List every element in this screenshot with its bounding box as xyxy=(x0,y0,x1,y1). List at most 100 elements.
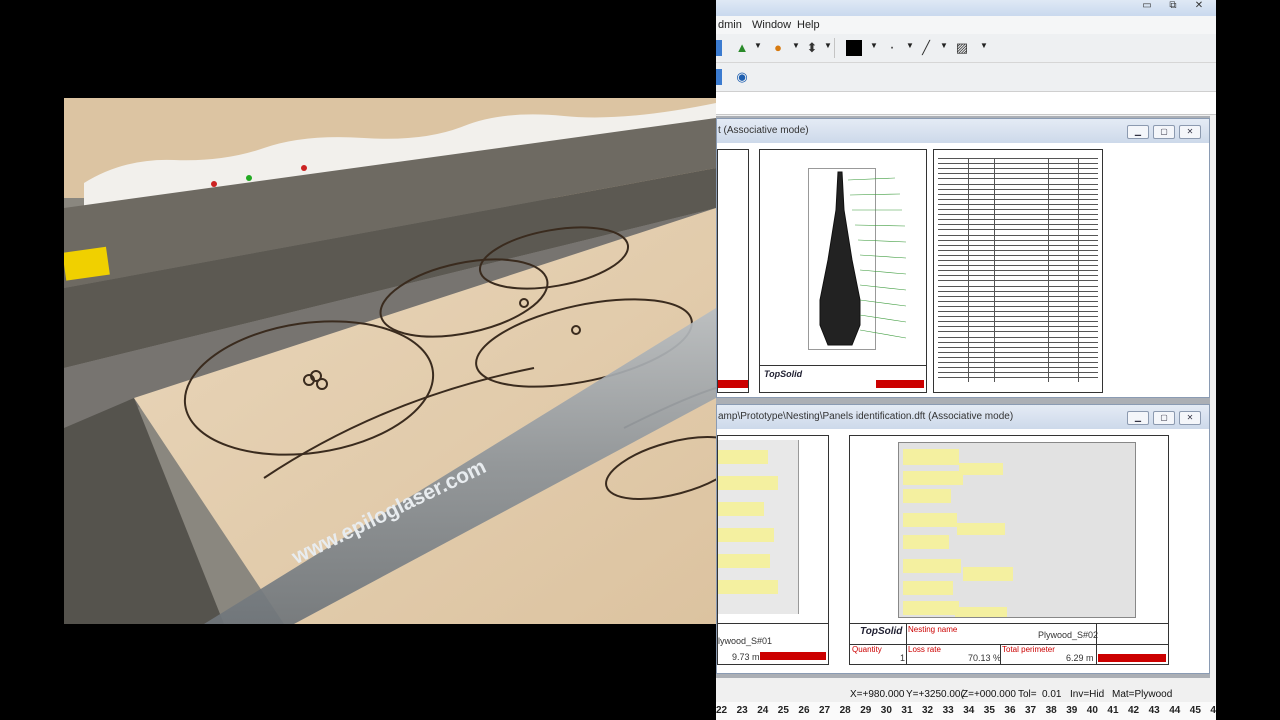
line-type-icon[interactable]: ╱ xyxy=(918,40,934,56)
menu-bar: dmin Window Help xyxy=(716,16,1216,34)
table-row xyxy=(938,173,1098,175)
nesting-name-label: Nesting name xyxy=(908,625,958,634)
chevron-down-icon[interactable]: ▼ xyxy=(870,41,878,50)
ruler-number: 31 xyxy=(901,705,913,716)
ruler-number: 42 xyxy=(1128,705,1140,716)
status-z-coord: Z=+000.000 xyxy=(962,689,1016,700)
status-tolerance-value: 0.01 xyxy=(1042,689,1062,700)
table-row xyxy=(938,265,1098,267)
table-row xyxy=(938,214,1098,216)
nesting-sheet-1[interactable]: lywood_S#01 9.73 m xyxy=(717,435,829,665)
ruler-number: 43 xyxy=(1148,705,1160,716)
drawing-toolbar: ▲ ▼ ● ▼ ⬍ ▼ ▼ · ▼ ╱ ▼ ▨ ▼ xyxy=(716,34,1216,63)
total-perimeter-value: 6.29 m xyxy=(1066,653,1094,663)
vase-profile-drawing xyxy=(819,171,907,346)
style-icon[interactable]: ● xyxy=(770,40,786,56)
minimize-icon[interactable]: ▁ xyxy=(1127,125,1149,139)
table-row xyxy=(938,367,1098,369)
drawing-sheet-table[interactable] xyxy=(933,149,1103,393)
table-row xyxy=(938,270,1098,272)
table-row xyxy=(938,239,1098,241)
table-row xyxy=(938,351,1098,353)
help-globe-icon[interactable]: ◉ xyxy=(734,69,750,85)
drawing-sheet-partial xyxy=(717,149,749,393)
status-material: Mat=Plywood xyxy=(1112,689,1173,700)
close-icon[interactable]: ✕ xyxy=(1179,125,1201,139)
command-strip xyxy=(716,92,1216,115)
ruler-number: 27 xyxy=(819,705,831,716)
table-row xyxy=(938,158,1098,159)
drawing-window-2-title: amp\Prototype\Nesting\Panels identificat… xyxy=(717,405,1209,429)
loss-rate-value: 70.13 % xyxy=(968,653,1002,663)
hatch-icon[interactable]: ▨ xyxy=(954,40,970,56)
menu-window[interactable]: Window xyxy=(752,19,791,31)
color-swatch-icon[interactable] xyxy=(846,40,862,56)
table-column-divider xyxy=(968,158,969,382)
table-row xyxy=(938,316,1098,318)
ruler-number: 41 xyxy=(1107,705,1119,716)
menu-admin[interactable]: dmin xyxy=(718,19,742,31)
restore-icon[interactable]: ▢ xyxy=(1153,411,1175,425)
table-row xyxy=(938,234,1098,236)
close-icon[interactable]: ✕ xyxy=(1179,411,1201,425)
chevron-down-icon[interactable]: ▼ xyxy=(754,41,762,50)
table-row xyxy=(938,163,1098,165)
table-row xyxy=(938,290,1098,292)
point-style-icon[interactable]: · xyxy=(884,40,900,56)
table-row xyxy=(938,356,1098,358)
ruler-number: 38 xyxy=(1045,705,1057,716)
table-row xyxy=(938,260,1098,261)
total-perimeter-label: Total perimeter xyxy=(1002,645,1055,654)
ruler-number: 33 xyxy=(942,705,954,716)
ruler-number: 23 xyxy=(736,705,748,716)
minimize-icon[interactable]: ▁ xyxy=(1127,411,1149,425)
chevron-down-icon[interactable]: ▼ xyxy=(824,41,832,50)
close-icon[interactable]: ✕ xyxy=(1188,0,1210,13)
table-row xyxy=(938,321,1098,323)
table-row xyxy=(938,311,1098,312)
chevron-down-icon[interactable]: ▼ xyxy=(906,41,914,50)
drawing-sheet-profile[interactable]: TopSolid xyxy=(759,149,927,393)
chevron-down-icon[interactable]: ▼ xyxy=(792,41,800,50)
table-row xyxy=(938,254,1098,256)
status-x-coord: X=+980.000 xyxy=(850,689,905,700)
parts-table xyxy=(938,158,1098,384)
ruler-number: 37 xyxy=(1025,705,1037,716)
paint-bucket-icon[interactable]: ▲ xyxy=(734,40,750,56)
table-row xyxy=(938,326,1098,328)
toolbar-edge-icon[interactable] xyxy=(716,40,722,56)
bottom-ruler: 22 23 24 25 26 27 28 29 30 31 32 33 34 35 36 37 38 39 40 41… xyxy=(716,702,1216,720)
table-row xyxy=(938,372,1098,374)
loss-rate-label: Loss rate xyxy=(908,645,941,654)
menu-help[interactable]: Help xyxy=(797,19,820,31)
status-y-coord: Y=+3250.00( xyxy=(906,689,964,700)
chevron-down-icon[interactable]: ▼ xyxy=(940,41,948,50)
ruler-number: 32 xyxy=(922,705,934,716)
ruler-number: 28 xyxy=(839,705,851,716)
restore-icon[interactable]: ▢ xyxy=(1153,125,1175,139)
nesting-panel-area xyxy=(898,442,1136,618)
ruler-number: 30 xyxy=(880,705,892,716)
ruler-number: 36 xyxy=(1004,705,1016,716)
laser-cutter-scene: www.epiloglaser.com xyxy=(64,98,716,624)
ruler-number: 4 xyxy=(1210,705,1216,716)
table-row xyxy=(938,188,1098,190)
table-row xyxy=(938,224,1098,226)
nesting-sheet-2[interactable]: TopSolid Nesting name Plywood_S#02 Quant… xyxy=(849,435,1169,665)
table-row xyxy=(938,275,1098,277)
ruler-number: 39 xyxy=(1066,705,1078,716)
title-block: TopSolid Nesting name Plywood_S#02 Quant… xyxy=(850,623,1168,664)
table-row xyxy=(938,331,1098,333)
ruler-number: 34 xyxy=(963,705,975,716)
table-row xyxy=(938,285,1098,287)
ruler-number: 24 xyxy=(757,705,769,716)
table-row xyxy=(938,362,1098,363)
layer-icon[interactable]: ⬍ xyxy=(804,40,820,56)
ruler-number: 44 xyxy=(1169,705,1181,716)
toolbar-edge-icon[interactable] xyxy=(716,69,722,85)
chevron-down-icon[interactable]: ▼ xyxy=(980,41,988,50)
restore-icon[interactable]: ⧉ xyxy=(1162,0,1184,13)
minimize-icon[interactable]: ▭ xyxy=(1136,0,1158,13)
table-column-divider xyxy=(1048,158,1049,382)
drawing-window-2: amp\Prototype\Nesting\Panels identificat… xyxy=(716,404,1210,674)
